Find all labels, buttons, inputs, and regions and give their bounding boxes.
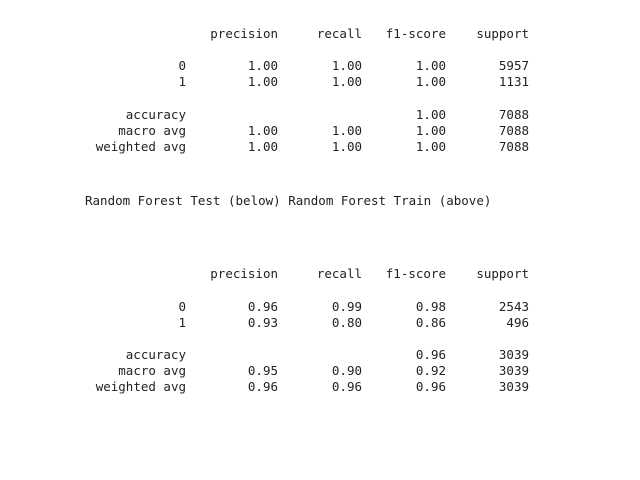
support-value: 3039 — [498, 363, 529, 378]
train-row-macro-avg: macro avg 1.00 1.00 1.00 7088 — [0, 123, 640, 139]
f1-value: 0.96 — [415, 347, 446, 362]
precision-value: 1.00 — [247, 123, 278, 138]
precision-value: 0.96 — [247, 379, 278, 394]
f1-value: 1.00 — [415, 74, 446, 89]
precision-value: 0.95 — [247, 363, 278, 378]
test-row-accuracy: accuracy 0.96 3039 — [0, 347, 640, 363]
recall-value: 0.80 — [331, 315, 362, 330]
header-recall: recall — [316, 266, 362, 281]
recall-value: 1.00 — [331, 139, 362, 154]
recall-value: 0.90 — [331, 363, 362, 378]
f1-value: 0.92 — [415, 363, 446, 378]
f1-value: 0.98 — [415, 299, 446, 314]
precision-value: 1.00 — [247, 74, 278, 89]
f1-value: 1.00 — [415, 139, 446, 154]
support-value: 5957 — [498, 58, 529, 73]
f1-value: 1.00 — [415, 58, 446, 73]
support-value: 1131 — [498, 74, 529, 89]
support-value: 7088 — [498, 139, 529, 154]
header-recall: recall — [316, 26, 362, 41]
row-label: macro avg — [118, 363, 186, 378]
header-precision: precision — [210, 266, 278, 281]
train-row-weighted-avg: weighted avg 1.00 1.00 1.00 7088 — [0, 139, 640, 155]
train-row-class-0: 0 1.00 1.00 1.00 5957 — [0, 58, 640, 74]
header-support: support — [476, 266, 529, 281]
row-label: accuracy — [125, 347, 186, 362]
support-value: 3039 — [498, 347, 529, 362]
row-label: 0 — [178, 299, 186, 314]
report-caption: Random Forest Test (below) Random Forest… — [85, 193, 492, 208]
header-support: support — [476, 26, 529, 41]
header-f1-score: f1-score — [385, 26, 446, 41]
f1-value: 1.00 — [415, 123, 446, 138]
row-label: 0 — [178, 58, 186, 73]
row-label: weighted avg — [95, 139, 186, 154]
header-precision: precision — [210, 26, 278, 41]
recall-value: 1.00 — [331, 58, 362, 73]
recall-value: 0.96 — [331, 379, 362, 394]
row-label: weighted avg — [95, 379, 186, 394]
precision-value: 1.00 — [247, 58, 278, 73]
support-value: 3039 — [498, 379, 529, 394]
support-value: 2543 — [498, 299, 529, 314]
test-row-class-0: 0 0.96 0.99 0.98 2543 — [0, 299, 640, 315]
recall-value: 1.00 — [331, 123, 362, 138]
precision-value: 0.96 — [247, 299, 278, 314]
support-value: 7088 — [498, 107, 529, 122]
row-label: accuracy — [125, 107, 186, 122]
train-row-class-1: 1 1.00 1.00 1.00 1131 — [0, 74, 640, 90]
train-header-row: precision recall f1-score support — [0, 26, 640, 42]
precision-value: 1.00 — [247, 139, 278, 154]
recall-value: 1.00 — [331, 74, 362, 89]
support-value: 7088 — [498, 123, 529, 138]
test-row-macro-avg: macro avg 0.95 0.90 0.92 3039 — [0, 363, 640, 379]
test-header-row: precision recall f1-score support — [0, 266, 640, 282]
test-row-class-1: 1 0.93 0.80 0.86 496 — [0, 315, 640, 331]
row-label: macro avg — [118, 123, 186, 138]
row-label: 1 — [178, 74, 186, 89]
f1-value: 1.00 — [415, 107, 446, 122]
train-row-accuracy: accuracy 1.00 7088 — [0, 107, 640, 123]
row-label: 1 — [178, 315, 186, 330]
header-f1-score: f1-score — [385, 266, 446, 281]
recall-value: 0.99 — [331, 299, 362, 314]
test-row-weighted-avg: weighted avg 0.96 0.96 0.96 3039 — [0, 379, 640, 395]
f1-value: 0.96 — [415, 379, 446, 394]
f1-value: 0.86 — [415, 315, 446, 330]
support-value: 496 — [506, 315, 529, 330]
precision-value: 0.93 — [247, 315, 278, 330]
